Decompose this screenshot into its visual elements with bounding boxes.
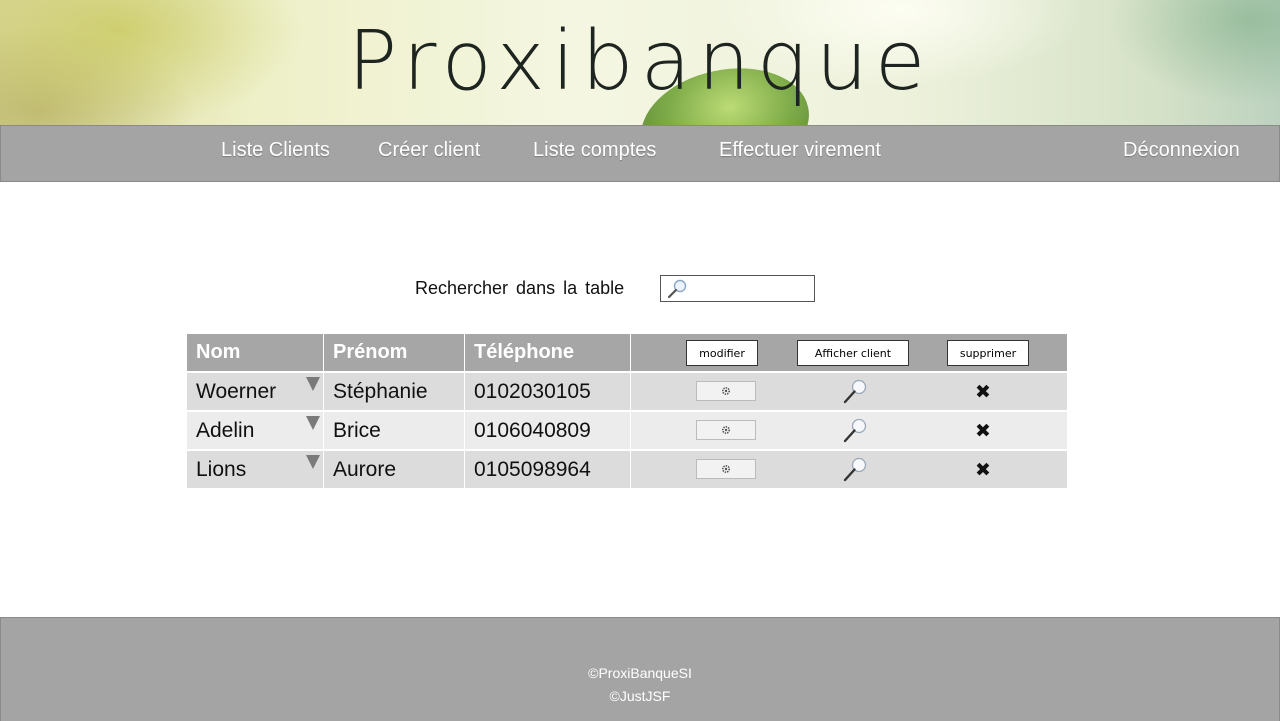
table-row: Lions Aurore 0105098964 ✖: [187, 451, 1067, 488]
col-header-nom: Nom: [187, 334, 324, 371]
app-logo: Proxibanque: [347, 14, 933, 109]
magnifier-icon[interactable]: [841, 456, 869, 484]
triangle-down-icon[interactable]: [306, 416, 320, 430]
search-icon: [667, 279, 687, 299]
triangle-down-icon[interactable]: [306, 377, 320, 391]
table-header: Nom Prénom Téléphone modifier Afficher c…: [187, 334, 1067, 371]
search-field[interactable]: [660, 275, 815, 302]
magnifier-icon[interactable]: [841, 417, 869, 445]
gear-icon: [721, 386, 731, 396]
nom-text: Lions: [196, 458, 247, 481]
cell-telephone: 0102030105: [465, 373, 631, 410]
nav-creer-client[interactable]: Créer client: [378, 139, 480, 162]
footer-copyright-2: ©JustJSF: [609, 688, 671, 704]
cell-prenom: Aurore: [324, 451, 465, 488]
footer-copyright-1: ©ProxiBanqueSI: [588, 665, 692, 681]
cross-icon[interactable]: ✖: [975, 451, 991, 488]
nav-effectuer-virement[interactable]: Effectuer virement: [719, 139, 881, 162]
search-input[interactable]: [689, 278, 811, 299]
cell-telephone: 0106040809: [465, 412, 631, 449]
nom-text: Woerner: [196, 380, 277, 403]
gear-icon: [721, 464, 731, 474]
nom-text: Adelin: [196, 419, 255, 442]
cell-prenom: Brice: [324, 412, 465, 449]
cross-icon[interactable]: ✖: [975, 412, 991, 449]
afficher-client-button[interactable]: Afficher client: [797, 340, 909, 366]
main-nav: Liste Clients Créer client Liste comptes…: [0, 125, 1280, 182]
cell-nom: Woerner: [187, 373, 324, 410]
triangle-down-icon[interactable]: [306, 455, 320, 469]
modifier-button[interactable]: modifier: [686, 340, 758, 366]
nav-deconnexion[interactable]: Déconnexion: [1123, 139, 1240, 162]
search-label: Rechercher dans la table: [415, 278, 625, 298]
cell-nom: Adelin: [187, 412, 324, 449]
nav-liste-comptes[interactable]: Liste comptes: [533, 139, 656, 162]
cell-nom: Lions: [187, 451, 324, 488]
cross-icon[interactable]: ✖: [975, 373, 991, 410]
table-row: Adelin Brice 0106040809 ✖: [187, 412, 1067, 449]
supprimer-button[interactable]: supprimer: [947, 340, 1029, 366]
edit-row-button[interactable]: [696, 420, 756, 440]
clients-table: Nom Prénom Téléphone modifier Afficher c…: [187, 334, 1067, 488]
header-banner: Proxibanque: [0, 0, 1280, 125]
footer: ©ProxiBanqueSI ©JustJSF: [0, 617, 1280, 721]
cell-telephone: 0105098964: [465, 451, 631, 488]
edit-row-button[interactable]: [696, 459, 756, 479]
col-header-prenom: Prénom: [324, 334, 465, 371]
cell-prenom: Stéphanie: [324, 373, 465, 410]
gear-icon: [721, 425, 731, 435]
table-row: Woerner Stéphanie 0102030105 ✖: [187, 373, 1067, 410]
magnifier-icon[interactable]: [841, 378, 869, 406]
edit-row-button[interactable]: [696, 381, 756, 401]
col-header-telephone: Téléphone: [465, 334, 631, 371]
nav-liste-clients[interactable]: Liste Clients: [221, 139, 330, 162]
